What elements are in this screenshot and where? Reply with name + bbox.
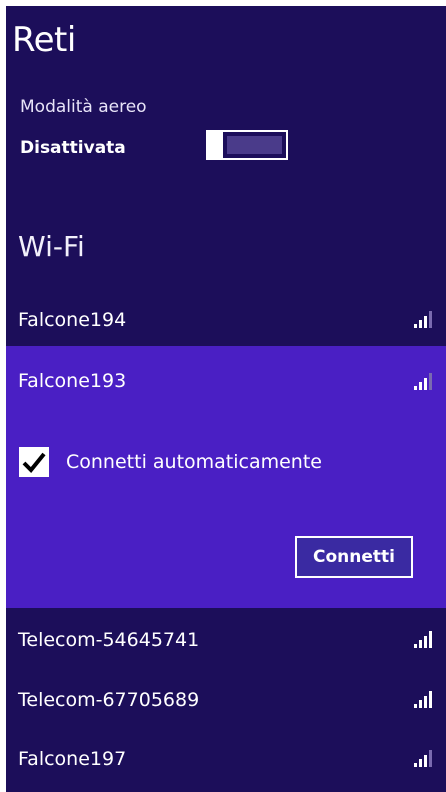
checkmark-icon [22,452,46,473]
toggle-track [227,136,282,154]
networks-panel: Reti Modalità aereo Disattivata Wi-Fi Fa… [6,6,446,792]
page-title: Reti [12,20,76,60]
signal-strength-icon [414,750,432,767]
signal-strength-icon [414,373,432,390]
airplane-mode-label: Modalità aereo [20,97,147,117]
signal-strength-icon [414,631,432,648]
connect-button[interactable]: Connetti [295,536,413,578]
network-item[interactable]: Falcone194 [6,296,446,346]
auto-connect-checkbox[interactable] [19,447,49,477]
signal-strength-icon [414,691,432,708]
network-item[interactable]: Falcone197 [6,728,446,792]
toggle-thumb[interactable] [208,132,223,158]
airplane-mode-state: Disattivata [20,138,126,158]
network-name: Falcone197 [18,748,127,770]
network-item[interactable]: Telecom-67705689 [6,668,446,728]
network-name: Telecom-67705689 [18,689,200,711]
network-name: Falcone193 [18,370,127,392]
wifi-section-title: Wi-Fi [18,230,85,263]
network-name: Telecom-54645741 [18,629,200,651]
airplane-mode-toggle[interactable] [206,130,288,160]
network-name: Falcone194 [18,309,127,331]
auto-connect-label: Connetti automaticamente [66,451,322,473]
signal-strength-icon [414,311,432,328]
network-item[interactable]: Telecom-54645741 [6,608,446,668]
